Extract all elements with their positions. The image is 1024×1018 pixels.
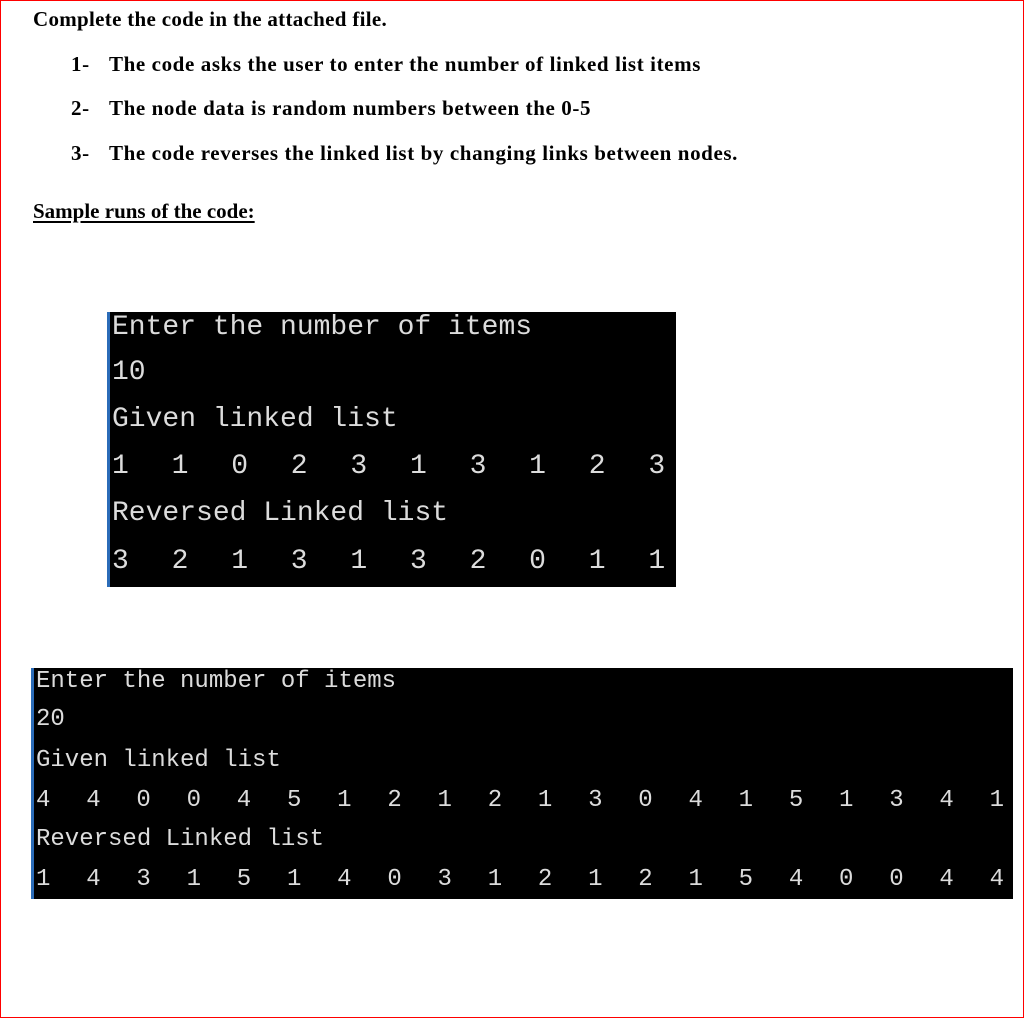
node-value: 0 — [839, 866, 854, 893]
node-value: 4 — [337, 866, 352, 893]
document-heading: Complete the code in the attached file. — [33, 7, 388, 31]
node-value: 1 — [112, 451, 129, 482]
console-given-values: 4 4 0 0 4 5 1 2 1 2 1 3 0 4 1 5 1 3 4 1 — [36, 787, 1024, 815]
node-value: 2 — [537, 866, 553, 893]
node-value: 0 — [186, 787, 201, 814]
requirement-text: The node data is random numbers between … — [109, 96, 592, 120]
node-value: 2 — [290, 451, 308, 482]
node-value: 1 — [588, 866, 603, 893]
requirement-item: 2- The node data is random numbers betwee… — [71, 96, 591, 121]
node-value: 1 — [350, 546, 368, 577]
node-value: 5 — [286, 787, 302, 814]
node-value: 4 — [788, 866, 804, 893]
node-value: 1 — [529, 451, 546, 482]
console-reversed-label: Reversed Linked list — [36, 826, 325, 853]
node-value: 4 — [86, 787, 101, 814]
requirement-item: 1- The code asks the user to enter the nu… — [71, 52, 701, 77]
sample-runs-heading: Sample runs of the code: — [33, 199, 255, 223]
node-value: 1 — [409, 451, 427, 482]
node-value: 1 — [537, 787, 553, 814]
node-value: 1 — [337, 787, 352, 814]
node-value: 4 — [939, 787, 954, 814]
console-reversed-values: 3 2 1 3 1 3 2 0 1 1 — [112, 546, 708, 578]
console-output-run-1: Enter the number of items 10 Given linke… — [107, 312, 676, 587]
node-value: 3 — [136, 866, 151, 893]
node-value: 1 — [588, 546, 606, 577]
node-value: 1 — [286, 866, 302, 893]
requirement-text: The code asks the user to enter the numb… — [109, 52, 701, 76]
node-value: 1 — [437, 787, 452, 814]
node-value: 4 — [236, 787, 252, 814]
node-value: 0 — [387, 866, 402, 893]
node-value: 0 — [136, 787, 151, 814]
node-value: 1 — [648, 546, 666, 577]
node-value: 0 — [889, 866, 904, 893]
console-output-run-2: Enter the number of items 20 Given linke… — [31, 668, 1013, 899]
node-value: 3 — [469, 451, 487, 482]
node-value: 3 — [112, 546, 129, 577]
node-value: 1 — [839, 787, 854, 814]
node-value: 4 — [86, 866, 101, 893]
requirement-number: 3- — [71, 141, 90, 165]
node-value: 3 — [290, 546, 308, 577]
requirement-number: 2- — [71, 96, 90, 120]
node-value: 1 — [186, 866, 201, 893]
node-value: 5 — [236, 866, 252, 893]
node-value: 5 — [788, 787, 804, 814]
console-given-label: Given linked list — [36, 747, 281, 774]
node-value: 1 — [231, 546, 248, 577]
node-value: 1 — [989, 787, 1004, 814]
requirement-text: The code reverses the linked list by cha… — [109, 141, 739, 165]
node-value: 3 — [889, 787, 904, 814]
node-value: 2 — [171, 546, 189, 577]
node-value: 3 — [350, 451, 368, 482]
node-value: 1 — [738, 787, 754, 814]
node-value: 4 — [989, 866, 1004, 893]
node-value: 3 — [648, 451, 666, 482]
console-given-values: 1 1 0 2 3 1 3 1 2 3 — [112, 451, 708, 483]
node-value: 2 — [638, 866, 653, 893]
node-value: 2 — [487, 787, 503, 814]
node-value: 3 — [437, 866, 452, 893]
node-value: 3 — [588, 787, 603, 814]
node-value: 0 — [231, 451, 248, 482]
node-value: 2 — [588, 451, 606, 482]
console-input: 10 — [112, 357, 146, 388]
node-value: 4 — [688, 787, 703, 814]
node-value: 0 — [529, 546, 546, 577]
node-value: 2 — [387, 787, 402, 814]
console-prompt: Enter the number of items — [36, 668, 397, 695]
console-reversed-label: Reversed Linked list — [112, 498, 449, 529]
node-value: 1 — [171, 451, 189, 482]
node-value: 1 — [36, 866, 51, 893]
node-value: 4 — [939, 866, 954, 893]
node-value: 5 — [738, 866, 754, 893]
node-value: 1 — [487, 866, 503, 893]
console-given-label: Given linked list — [112, 404, 398, 435]
requirement-item: 3- The code reverses the linked list by c… — [71, 141, 738, 166]
console-prompt: Enter the number of items — [112, 312, 533, 343]
console-input: 20 — [36, 706, 65, 733]
node-value: 3 — [409, 546, 427, 577]
requirement-number: 1- — [71, 52, 90, 76]
console-reversed-values: 1 4 3 1 5 1 4 0 3 1 2 1 2 1 5 4 0 0 4 4 — [36, 866, 1024, 894]
node-value: 4 — [36, 787, 51, 814]
node-value: 0 — [638, 787, 653, 814]
node-value: 1 — [688, 866, 703, 893]
node-value: 2 — [469, 546, 487, 577]
